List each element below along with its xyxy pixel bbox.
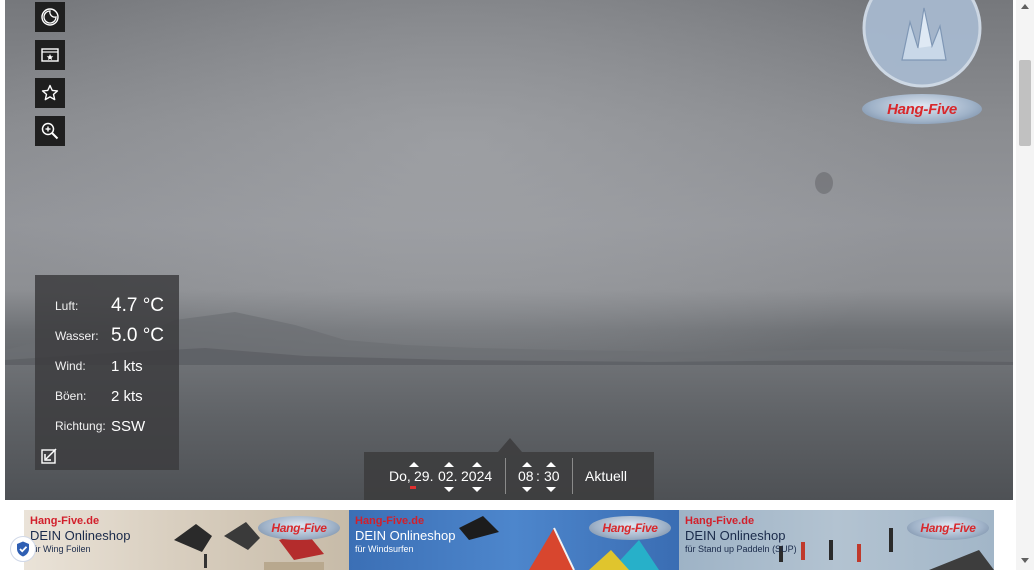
scroll-down-arrow[interactable] xyxy=(1021,558,1029,563)
wind-label: Wind: xyxy=(55,359,86,373)
scroll-up-arrow[interactable] xyxy=(1021,4,1029,9)
shield-check-icon xyxy=(17,541,29,557)
hour-field[interactable]: 08 xyxy=(518,468,534,484)
year-down-arrow[interactable] xyxy=(472,487,482,492)
ad-subtitle: für Stand up Paddeln (SUP) xyxy=(685,544,797,554)
month-field[interactable]: 02. xyxy=(438,468,457,484)
moon-clock-icon xyxy=(41,8,59,26)
wind-value: 1 kts xyxy=(111,357,143,375)
water-value: 5.0 °C xyxy=(111,325,165,346)
year-up-arrow[interactable] xyxy=(472,462,482,467)
ad-logo: Hang-Five xyxy=(907,516,989,540)
ad-brand: Hang-Five.de xyxy=(30,515,100,527)
air-value: 4.7 °C xyxy=(111,295,165,316)
direction-row: Richtung: SSW xyxy=(55,414,145,438)
collapse-panel-icon[interactable] xyxy=(40,447,58,465)
day-up-arrow[interactable] xyxy=(409,462,419,467)
favorite-button[interactable] xyxy=(35,78,65,108)
ad-sup[interactable]: Hang-Five.de DEIN Onlineshop für Stand u… xyxy=(679,510,994,570)
month-down-arrow[interactable] xyxy=(444,487,454,492)
month-up-arrow[interactable] xyxy=(444,462,454,467)
ad-title: DEIN Onlineshop xyxy=(30,528,131,543)
webcam-page: Hang-Five Luft: 4.7 °C Wasser: 5.0 °C Wi… xyxy=(0,0,1034,570)
minute-down-arrow[interactable] xyxy=(546,487,556,492)
night-mode-button[interactable] xyxy=(35,2,65,32)
ad-logo: Hang-Five xyxy=(258,516,340,540)
minute-up-arrow[interactable] xyxy=(546,462,556,467)
scroll-thumb[interactable] xyxy=(1019,60,1031,146)
ad-title: DEIN Onlineshop xyxy=(355,528,456,543)
privacy-consent-button[interactable] xyxy=(10,536,36,562)
water-row: Wasser: 5.0 °C xyxy=(55,324,164,348)
direction-label: Richtung: xyxy=(55,419,106,433)
gallery-button[interactable] xyxy=(35,40,65,70)
star-icon xyxy=(41,84,59,101)
minute-field[interactable]: 30 xyxy=(544,468,560,484)
hang-five-logo: Hang-Five xyxy=(862,94,982,124)
ad-wingfoil[interactable]: Hang-Five.de DEIN Onlineshop für Wing Fo… xyxy=(24,510,349,570)
ad-brand: Hang-Five.de xyxy=(685,515,755,527)
ad-subtitle: für Windsurfen xyxy=(355,544,414,554)
station-logo: Hang-Five xyxy=(860,0,984,130)
ad-subtitle: für Wing Foilen xyxy=(30,544,91,554)
year-field[interactable]: 2024 xyxy=(461,468,492,484)
zoom-in-icon xyxy=(41,122,59,140)
gusts-label: Böen: xyxy=(55,389,87,403)
gallery-star-icon xyxy=(41,48,59,62)
logo-text: Hang-Five xyxy=(887,100,957,118)
current-button[interactable]: Aktuell xyxy=(585,468,627,484)
time-colon: : xyxy=(536,468,540,484)
hour-down-arrow[interactable] xyxy=(522,487,532,492)
gusts-row: Böen: 2 kts xyxy=(55,384,143,408)
day-field[interactable]: 29. xyxy=(414,468,433,484)
air-row: Luft: 4.7 °C xyxy=(55,294,164,318)
direction-value: SSW xyxy=(111,417,146,435)
zoom-button[interactable] xyxy=(35,116,65,146)
gusts-value: 2 kts xyxy=(111,387,143,405)
wind-row: Wind: 1 kts xyxy=(55,354,143,378)
ad-banner[interactable]: Hang-Five.de DEIN Onlineshop für Wing Fo… xyxy=(24,510,994,570)
hour-up-arrow[interactable] xyxy=(522,462,532,467)
ad-title: DEIN Onlineshop xyxy=(685,528,786,543)
today-marker xyxy=(410,486,416,489)
weekday-text: Do, xyxy=(389,468,411,484)
crystal-emblem-icon xyxy=(862,0,982,88)
weather-panel: Luft: 4.7 °C Wasser: 5.0 °C Wind: 1 kts … xyxy=(35,275,179,470)
ad-windsurf[interactable]: Hang-Five.de DEIN Onlineshop für Windsur… xyxy=(349,510,679,570)
page-scrollbar[interactable] xyxy=(1016,0,1034,570)
ad-brand: Hang-Five.de xyxy=(355,515,425,527)
water-label: Wasser: xyxy=(55,329,99,343)
datetime-selector: Do, 29. 02. 2024 08 : 30 Aktuell xyxy=(364,438,654,500)
ad-logo: Hang-Five xyxy=(589,516,671,540)
air-label: Luft: xyxy=(55,299,79,313)
